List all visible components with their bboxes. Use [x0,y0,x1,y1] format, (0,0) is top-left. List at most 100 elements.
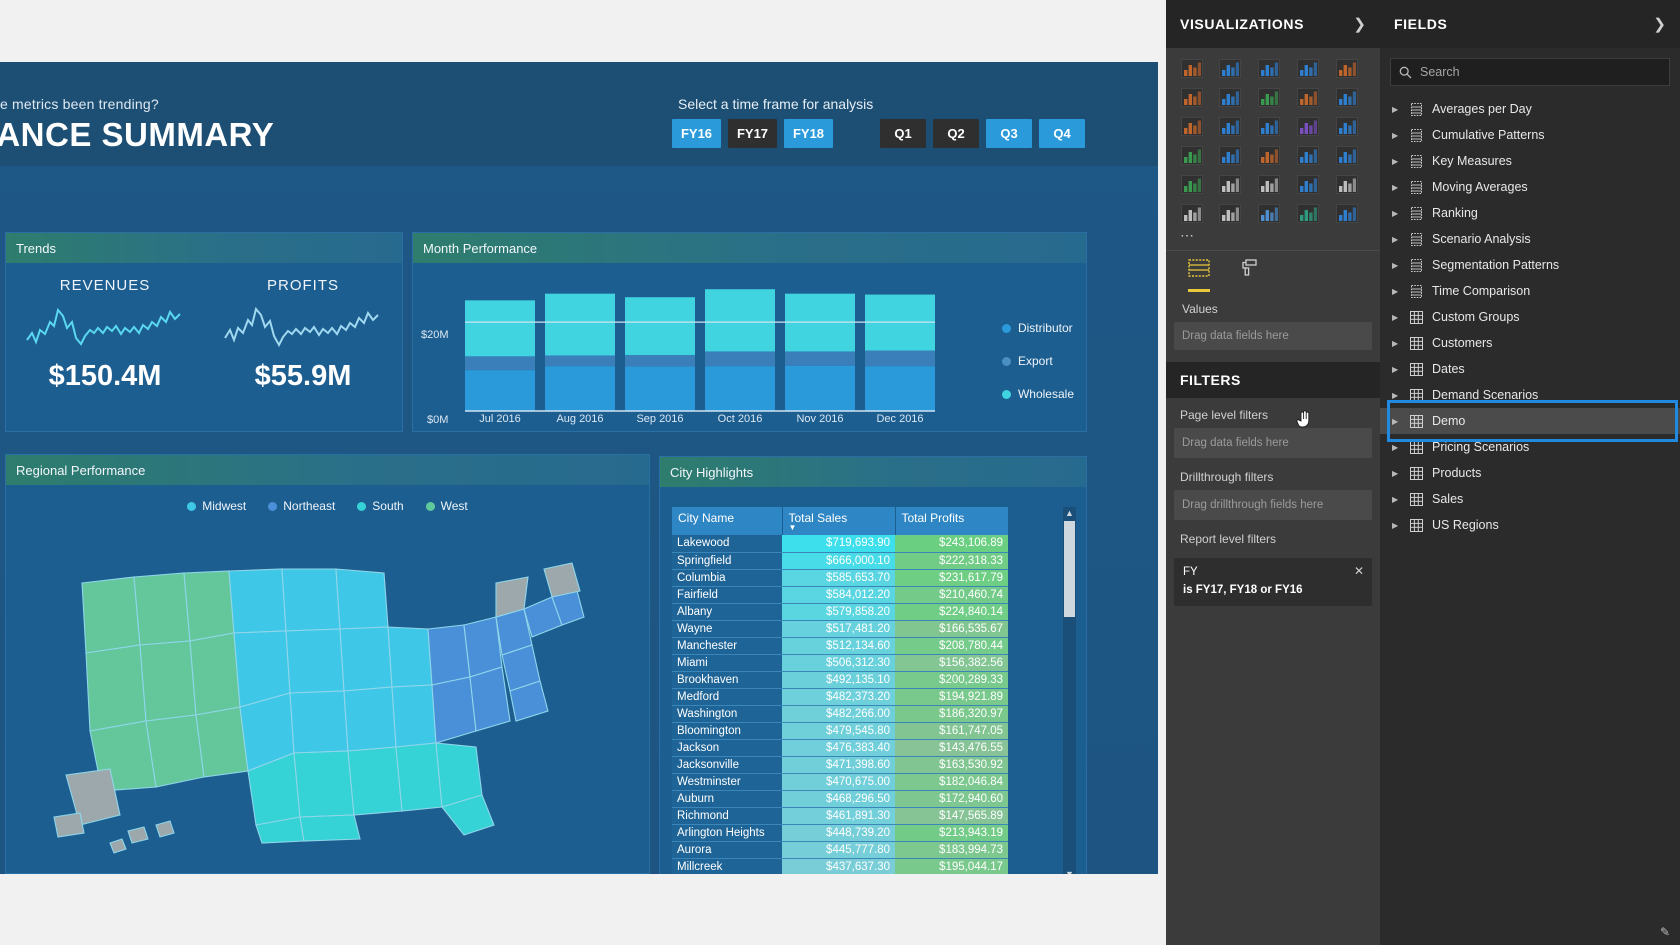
quarter-slicer[interactable]: Q1 Q2 Q3 Q4 [880,119,1092,148]
map-icon[interactable] [1256,143,1283,167]
col-total-profits[interactable]: Total Profits [895,507,1009,535]
bar-oct-2016-wholesale[interactable] [705,289,775,352]
search-input[interactable]: Search [1390,58,1670,86]
chart-legend[interactable]: Distributor Export Wholesale [1001,321,1074,420]
bar-oct-2016-distributor[interactable] [705,366,775,411]
field-table-sales[interactable]: ▶ Sales [1380,486,1680,512]
donut-chart-icon[interactable] [1178,143,1205,167]
kpi-revenues[interactable]: REVENUES $150.4M [6,277,204,393]
line-stacked-column-icon[interactable] [1333,85,1360,109]
clustered-bar-chart-icon[interactable] [1217,56,1244,80]
scroll-up-icon[interactable]: ▲ [1063,507,1076,520]
clustered-column-chart-icon[interactable] [1333,56,1360,80]
field-table-dates[interactable]: ▶ Dates [1380,356,1680,382]
pie-chart-icon[interactable] [1333,114,1360,138]
visual-pane-tabs[interactable] [1166,250,1380,292]
stacked-column-100-icon[interactable] [1178,85,1205,109]
table-row[interactable]: Springfield $666,000.10 $222,318.33 [672,552,1008,570]
bar-jul-2016-wholesale[interactable] [465,300,535,357]
city-highlights-table[interactable]: City Name Total Sales ▼ Total Profits La… [672,507,1009,874]
funnel-chart-icon[interactable] [1333,143,1360,167]
regional-performance-panel[interactable]: Regional Performance Midwest Northeast Sou… [5,454,650,874]
expand-chevron-icon[interactable]: ▶ [1392,417,1406,426]
bar-jul-2016-distributor[interactable] [465,370,535,411]
values-well[interactable]: Values Drag data fields here [1174,296,1372,350]
city-table-scrollbar[interactable]: ▲ ▼ [1063,507,1076,874]
month-performance-panel[interactable]: Month Performance $20M $0M Distributor Ex… [412,232,1087,432]
table-row[interactable]: Manchester $512,134.60 $208,780.44 [672,637,1008,655]
table-row[interactable]: Bloomington $479,545.80 $161,747.05 [672,722,1008,740]
expand-chevron-icon[interactable]: ▶ [1392,105,1406,114]
table-icon[interactable] [1178,201,1205,225]
chevron-right-icon[interactable]: ❯ [1353,15,1366,33]
table-row[interactable]: Millcreek $437,637.30 $195,044.17 [672,858,1008,874]
values-well-dropzone[interactable]: Drag data fields here [1174,322,1372,350]
legend-item-distributor[interactable]: Distributor [1001,321,1074,335]
region-legend-item-south[interactable]: South [357,499,404,513]
table-row[interactable]: Fairfield $584,012.20 $210,460.74 [672,586,1008,604]
page-level-filters-dropzone[interactable]: Drag data fields here [1174,428,1372,458]
col-total-sales[interactable]: Total Sales ▼ [782,507,896,535]
table-row[interactable]: Jacksonville $471,398.60 $163,530.92 [672,756,1008,774]
expand-chevron-icon[interactable]: ▶ [1392,287,1406,296]
bar-sep-2016-wholesale[interactable] [625,297,695,355]
ribbon-chart-icon[interactable] [1217,114,1244,138]
region-legend-item-midwest[interactable]: Midwest [187,499,246,513]
filled-map-icon[interactable] [1294,143,1321,167]
field-table-scenario-analysis[interactable]: ▶ Scenario Analysis [1380,226,1680,252]
slicer-btn-q2[interactable]: Q2 [933,119,979,148]
region-legend-item-west[interactable]: West [425,499,468,513]
slicer-btn-fy16[interactable]: FY16 [672,119,721,148]
field-table-customers[interactable]: ▶ Customers [1380,330,1680,356]
expand-chevron-icon[interactable]: ▶ [1392,131,1406,140]
fiscal-year-slicer[interactable]: FY16 FY17 FY18 [672,119,840,148]
field-table-pricing-scenarios[interactable]: ▶ Pricing Scenarios [1380,434,1680,460]
table-row[interactable]: Brookhaven $492,135.10 $200,289.33 [672,671,1008,689]
filter-card-fy[interactable]: ✕ FY is FY17, FY18 or FY16 [1174,558,1372,606]
area-chart-icon[interactable] [1256,85,1283,109]
stacked-area-chart-icon[interactable] [1294,85,1321,109]
expand-chevron-icon[interactable]: ▶ [1392,365,1406,374]
slicer-btn-q1[interactable]: Q1 [880,119,926,148]
table-row[interactable]: Wayne $517,481.20 $166,535.67 [672,620,1008,638]
arcgis-map-icon[interactable] [1294,201,1321,225]
slicer-icon[interactable] [1333,172,1360,196]
r-script-visual-icon[interactable] [1256,201,1283,225]
expand-chevron-icon[interactable]: ▶ [1392,183,1406,192]
expand-chevron-icon[interactable]: ▶ [1392,157,1406,166]
key-influencers-icon[interactable] [1333,201,1360,225]
line-clustered-column-icon[interactable] [1178,114,1205,138]
table-row[interactable]: Aurora $445,777.80 $183,994.73 [672,841,1008,859]
stacked-bar-chart[interactable] [465,265,935,435]
bar-sep-2016-export[interactable] [625,355,695,367]
table-row[interactable]: Albany $579,858.20 $224,840.14 [672,603,1008,621]
format-tab[interactable] [1240,259,1258,292]
gauge-chart-icon[interactable] [1178,172,1205,196]
bar-aug-2016-export[interactable] [545,355,615,367]
bar-nov-2016-export[interactable] [785,351,855,366]
table-row[interactable]: Lakewood $719,693.90 $243,106.89 [672,535,1008,553]
legend-item-export[interactable]: Export [1001,354,1074,368]
pencil-icon[interactable]: ✎ [1660,925,1670,939]
us-map-icon[interactable] [24,525,624,865]
scatter-chart-icon[interactable] [1294,114,1321,138]
stacked-bar-chart-icon[interactable] [1178,56,1205,80]
trends-panel[interactable]: Trends REVENUES $150.4M PROFITS $55.9M [5,232,403,432]
region-legend[interactable]: Midwest Northeast South West [6,499,649,513]
city-table-wrapper[interactable]: City Name Total Sales ▼ Total Profits La… [672,507,1020,874]
field-table-segmentation-patterns[interactable]: ▶ Segmentation Patterns [1380,252,1680,278]
expand-chevron-icon[interactable]: ▶ [1392,313,1406,322]
table-row[interactable]: Richmond $461,891.30 $147,565.89 [672,807,1008,825]
ellipsis-icon[interactable]: ⋯ [1166,227,1380,250]
scroll-down-icon[interactable]: ▼ [1063,868,1076,874]
bar-aug-2016-wholesale[interactable] [545,293,615,356]
field-table-averages-per-day[interactable]: ▶ Averages per Day [1380,96,1680,122]
scrollbar-thumb[interactable] [1064,521,1075,617]
expand-chevron-icon[interactable]: ▶ [1392,495,1406,504]
bar-nov-2016-distributor[interactable] [785,365,855,411]
card-icon[interactable] [1217,172,1244,196]
line-chart-icon[interactable] [1217,85,1244,109]
slicer-btn-fy18[interactable]: FY18 [784,119,833,148]
fields-tab[interactable] [1188,259,1210,292]
treemap-icon[interactable] [1217,143,1244,167]
